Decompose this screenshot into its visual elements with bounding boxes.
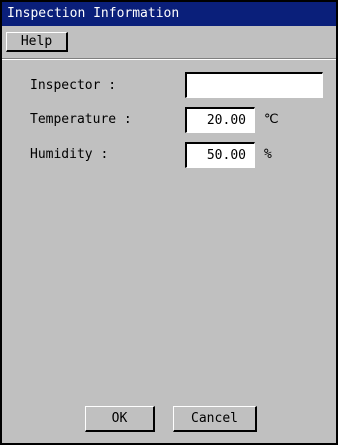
- temperature-field[interactable]: 20.00: [185, 107, 255, 133]
- menu-divider: [2, 58, 336, 60]
- menu-bar: Help: [2, 26, 336, 56]
- humidity-field[interactable]: 50.00: [185, 142, 255, 168]
- inspection-dialog: Inspection Information Help Inspector : …: [0, 0, 338, 445]
- title-bar[interactable]: Inspection Information: [2, 2, 336, 26]
- inspector-label: Inspector :: [30, 78, 117, 93]
- window-title: Inspection Information: [7, 6, 180, 21]
- humidity-unit: %: [264, 147, 272, 162]
- temperature-unit: ℃: [264, 112, 279, 127]
- temperature-label: Temperature :: [30, 112, 132, 127]
- inspector-field[interactable]: [185, 72, 323, 98]
- ok-button[interactable]: OK: [85, 406, 155, 432]
- help-menu[interactable]: Help: [6, 32, 68, 52]
- cancel-button[interactable]: Cancel: [173, 406, 257, 432]
- humidity-label: Humidity :: [30, 147, 109, 162]
